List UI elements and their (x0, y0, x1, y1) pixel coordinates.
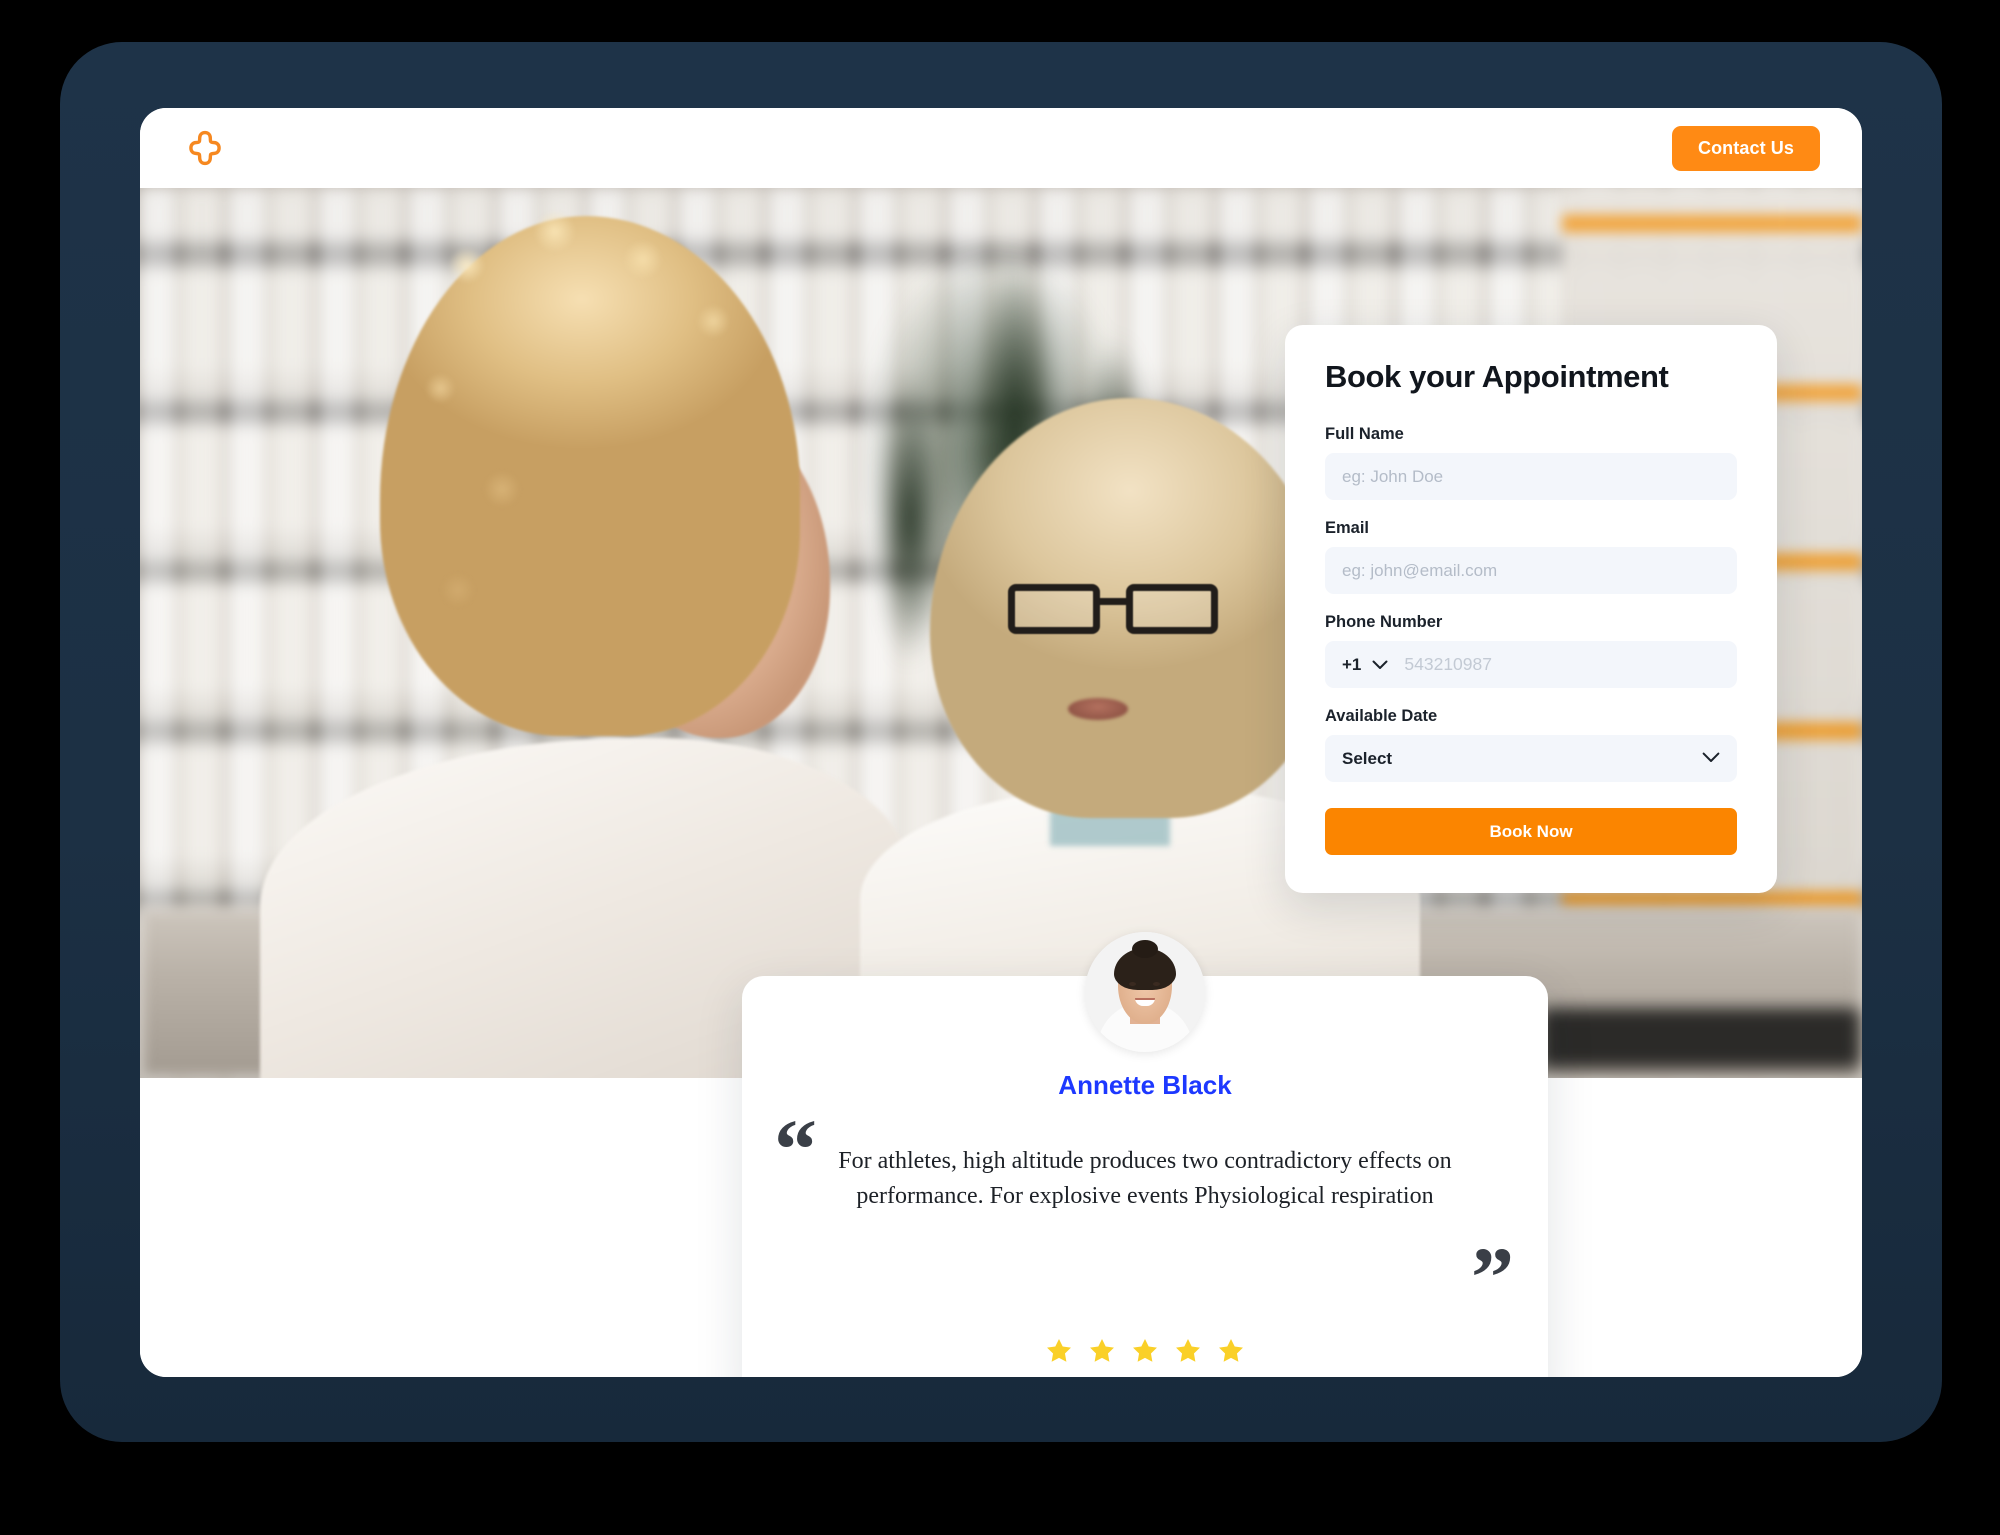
app-window: Contact Us Book your Appointment Full Na… (140, 108, 1862, 1377)
quote-close-icon: ” (1471, 1229, 1514, 1325)
star-filled-icon (1133, 1339, 1157, 1362)
star-filled-icon (1090, 1339, 1114, 1362)
available-date-value: Select (1342, 748, 1393, 768)
available-date-label: Available Date (1325, 707, 1438, 725)
avatar (1085, 932, 1205, 1052)
phone-field-group: Phone Number +1 (1325, 613, 1737, 688)
country-code-value[interactable]: +1 (1342, 655, 1361, 675)
contact-us-button[interactable]: Contact Us (1671, 125, 1820, 171)
email-input[interactable] (1325, 547, 1737, 594)
phone-input-row: +1 (1325, 641, 1737, 688)
book-now-button[interactable]: Book Now (1325, 808, 1737, 855)
full-name-input[interactable] (1325, 453, 1737, 500)
testimonial-card: Annette Black “ For athletes, high altit… (742, 932, 1548, 1377)
available-date-select[interactable]: Select (1325, 735, 1737, 782)
booking-form-title: Book your Appointment (1325, 359, 1669, 394)
star-filled-icon (1047, 1339, 1071, 1362)
phone-number-input[interactable] (1404, 654, 1720, 675)
eyeglasses (1008, 584, 1243, 636)
star-filled-icon (1176, 1339, 1200, 1362)
chevron-down-icon[interactable] (1372, 660, 1388, 670)
rating-stars (742, 1336, 1548, 1366)
star-filled-icon (1219, 1339, 1243, 1362)
full-name-field-group: Full Name (1325, 425, 1737, 500)
phone-number-label: Phone Number (1325, 613, 1443, 631)
site-header: Contact Us (140, 108, 1862, 188)
full-name-label: Full Name (1325, 425, 1404, 443)
customer-figure (260, 198, 910, 1078)
medical-cross-icon (185, 128, 225, 168)
testimonial-quote-text: For athletes, high altitude produces two… (838, 1148, 1452, 1209)
counter-object (1540, 1008, 1860, 1068)
testimonial-author-name: Annette Black (1058, 1070, 1232, 1100)
email-field-group: Email (1325, 519, 1737, 594)
booking-form-card: Book your Appointment Full Name Email Ph… (1285, 325, 1777, 893)
available-date-field-group: Available Date Select (1325, 707, 1737, 782)
email-label: Email (1325, 519, 1370, 537)
chevron-down-icon (1702, 750, 1720, 768)
